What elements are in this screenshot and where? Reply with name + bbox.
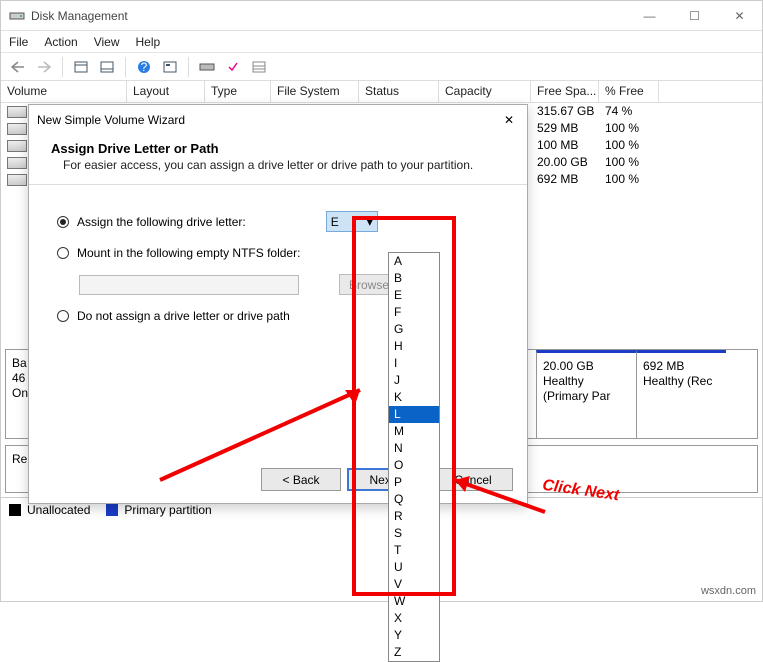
col-pctfree[interactable]: % Free <box>599 81 659 102</box>
maximize-button[interactable]: ☐ <box>672 1 717 30</box>
dropdown-option[interactable]: Y <box>389 627 439 644</box>
volume-grid-header: Volume Layout Type File System Status Ca… <box>1 81 762 103</box>
dropdown-option[interactable]: U <box>389 559 439 576</box>
close-button[interactable]: ✕ <box>717 1 762 30</box>
dropdown-option[interactable]: P <box>389 474 439 491</box>
dropdown-option[interactable]: N <box>389 440 439 457</box>
dropdown-option[interactable]: J <box>389 372 439 389</box>
window-title: Disk Management <box>31 9 627 23</box>
dropdown-option[interactable]: H <box>389 338 439 355</box>
combo-value: E <box>331 215 339 229</box>
list-icon[interactable] <box>248 56 270 78</box>
dropdown-option[interactable]: T <box>389 542 439 559</box>
ntfs-folder-input[interactable] <box>79 275 299 295</box>
help-icon[interactable]: ? <box>133 56 155 78</box>
col-capacity[interactable]: Capacity <box>439 81 531 102</box>
option-none-label: Do not assign a drive letter or drive pa… <box>77 309 290 323</box>
dropdown-option[interactable]: V <box>389 576 439 593</box>
drive-letter-combo[interactable]: E ▾ <box>326 211 378 232</box>
check-icon[interactable] <box>222 56 244 78</box>
volume-icon <box>7 106 27 118</box>
dropdown-option[interactable]: S <box>389 525 439 542</box>
dropdown-option[interactable]: B <box>389 270 439 287</box>
legend-unallocated: Unallocated <box>27 503 90 517</box>
back-button[interactable]: < Back <box>261 468 341 491</box>
primary-swatch <box>106 504 118 516</box>
wizard-subheading: For easier access, you can assign a driv… <box>63 158 505 172</box>
dropdown-option[interactable]: A <box>389 253 439 270</box>
wizard-buttons: < Back Next > Cancel <box>261 468 513 491</box>
menu-view[interactable]: View <box>94 35 120 49</box>
partition-bar[interactable]: 20.00 GB Healthy (Primary Par <box>536 350 636 438</box>
wizard-titlebar: New Simple Volume Wizard ✕ <box>29 105 527 135</box>
volume-icon <box>7 157 27 169</box>
dropdown-option[interactable]: M <box>389 423 439 440</box>
dropdown-option[interactable]: G <box>389 321 439 338</box>
radio-unselected-icon[interactable] <box>57 310 69 322</box>
dropdown-option[interactable]: R <box>389 508 439 525</box>
unallocated-swatch <box>9 504 21 516</box>
close-icon[interactable]: ✕ <box>499 113 519 127</box>
drive-letter-dropdown[interactable]: ABEFGHIJKLMNOPQRSTUVWXYZ <box>388 252 440 662</box>
col-freespace[interactable]: Free Spa... <box>531 81 599 102</box>
option-assign-label: Assign the following drive letter: <box>77 215 246 229</box>
dropdown-option[interactable]: O <box>389 457 439 474</box>
new-simple-volume-wizard: New Simple Volume Wizard ✕ Assign Drive … <box>28 104 528 504</box>
col-status[interactable]: Status <box>359 81 439 102</box>
col-volume[interactable]: Volume <box>1 81 127 102</box>
dropdown-option[interactable]: Z <box>389 644 439 661</box>
disk-management-icon <box>9 8 25 24</box>
dropdown-option[interactable]: L <box>389 406 439 423</box>
dropdown-option[interactable]: Q <box>389 491 439 508</box>
dropdown-option[interactable]: K <box>389 389 439 406</box>
view-top-icon[interactable] <box>70 56 92 78</box>
disk-icon[interactable] <box>196 56 218 78</box>
minimize-button[interactable]: — <box>627 1 672 30</box>
wizard-header: Assign Drive Letter or Path For easier a… <box>29 135 527 185</box>
menu-help[interactable]: Help <box>136 35 161 49</box>
menu-file[interactable]: File <box>9 35 28 49</box>
wizard-heading: Assign Drive Letter or Path <box>51 141 505 156</box>
cancel-button[interactable]: Cancel <box>433 468 513 491</box>
volume-icon <box>7 140 27 152</box>
dropdown-option[interactable]: F <box>389 304 439 321</box>
view-bottom-icon[interactable] <box>96 56 118 78</box>
menubar: File Action View Help <box>1 31 762 53</box>
properties-icon[interactable] <box>159 56 181 78</box>
dropdown-option[interactable]: I <box>389 355 439 372</box>
option-mount-label: Mount in the following empty NTFS folder… <box>77 246 300 260</box>
titlebar: Disk Management — ☐ ✕ <box>1 1 762 31</box>
col-type[interactable]: Type <box>205 81 271 102</box>
watermark: wsxdn.com <box>701 585 756 597</box>
wizard-title: New Simple Volume Wizard <box>37 113 185 127</box>
menu-action[interactable]: Action <box>44 35 77 49</box>
dropdown-option[interactable]: E <box>389 287 439 304</box>
col-layout[interactable]: Layout <box>127 81 205 102</box>
chevron-down-icon: ▾ <box>367 215 373 229</box>
col-filesystem[interactable]: File System <box>271 81 359 102</box>
forward-icon[interactable] <box>33 56 55 78</box>
back-icon[interactable] <box>7 56 29 78</box>
volume-icon <box>7 174 27 186</box>
radio-unselected-icon[interactable] <box>57 247 69 259</box>
window-controls: — ☐ ✕ <box>627 1 762 30</box>
toolbar: ? <box>1 53 762 81</box>
dropdown-option[interactable]: X <box>389 610 439 627</box>
option-assign-letter[interactable]: Assign the following drive letter: E ▾ <box>57 211 499 232</box>
radio-selected-icon[interactable] <box>57 216 69 228</box>
legend-primary: Primary partition <box>124 503 211 517</box>
partition-bar[interactable]: 692 MB Healthy (Rec <box>636 350 726 438</box>
svg-text:?: ? <box>141 60 148 74</box>
volume-icon <box>7 123 27 135</box>
wizard-body: Assign the following drive letter: E ▾ M… <box>29 185 527 363</box>
